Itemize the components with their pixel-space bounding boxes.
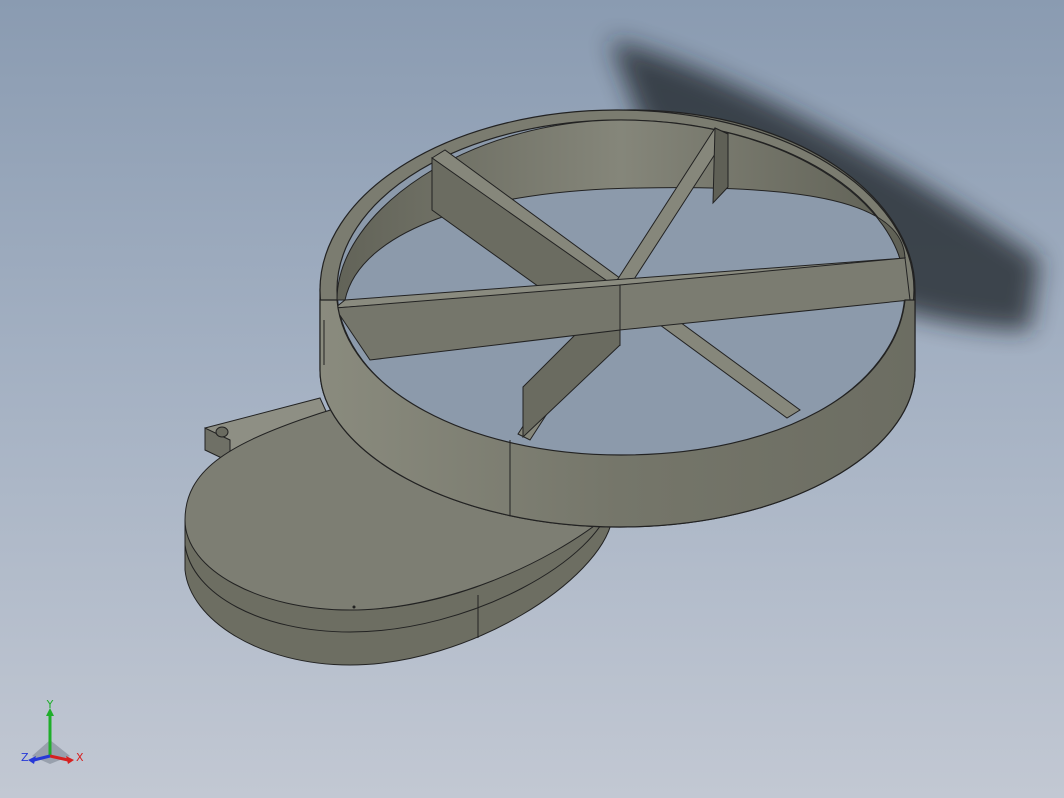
coordinate-triad[interactable]: Y X Z bbox=[18, 700, 88, 772]
3d-viewport[interactable]: Y X Z bbox=[0, 0, 1064, 798]
spoked-ring[interactable] bbox=[319, 109, 916, 528]
lug-hole bbox=[215, 426, 229, 438]
model-view[interactable] bbox=[0, 0, 1064, 798]
x-axis-label: X bbox=[76, 751, 84, 764]
y-axis-label: Y bbox=[46, 700, 54, 711]
z-axis-label: Z bbox=[21, 751, 29, 764]
